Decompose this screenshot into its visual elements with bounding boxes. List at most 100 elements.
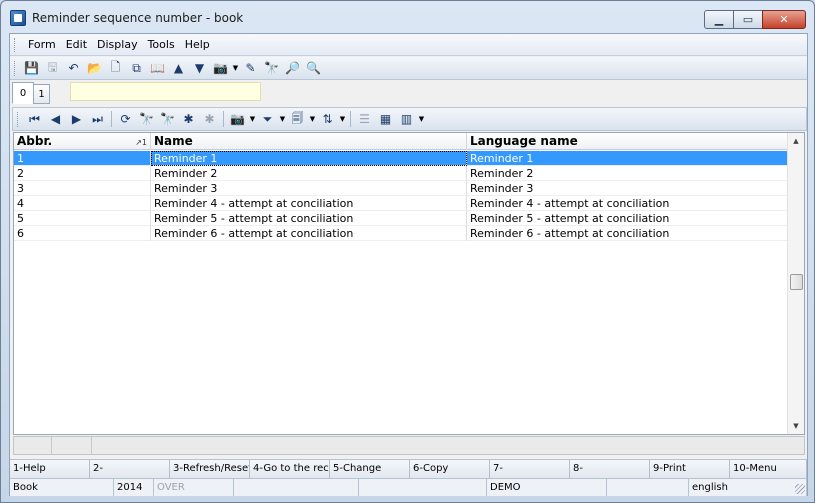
cell-language-name[interactable]: Reminder 3 — [467, 181, 788, 196]
menu-tools[interactable]: Tools — [143, 38, 180, 51]
menu-display[interactable]: Display — [92, 38, 143, 51]
camera-icon[interactable]: 📷 — [210, 59, 231, 77]
maximize-button[interactable]: ▭ — [733, 10, 763, 29]
excel-icon[interactable]: ▦ — [375, 110, 396, 128]
cell-name[interactable]: Reminder 2 — [151, 166, 467, 181]
dropdown-arrow-icon[interactable]: ▼ — [278, 110, 287, 128]
status-field: Book — [10, 479, 114, 496]
minimize-button[interactable]: ▁ — [704, 10, 734, 29]
cell-abbr[interactable]: 1 — [14, 151, 151, 166]
data-grid[interactable]: Abbr. ↗1 Name Language name 1 Reminder 1R… — [13, 132, 805, 435]
cell-language-name[interactable]: Reminder 6 - attempt at conciliation — [467, 226, 788, 241]
menu-grip[interactable] — [14, 37, 17, 52]
function-key-2[interactable]: 2- — [90, 460, 170, 478]
function-key-1[interactable]: 1-Help — [10, 460, 90, 478]
add-star-icon[interactable]: ✱ — [178, 110, 199, 128]
dropdown-arrow-icon[interactable]: ▼ — [338, 110, 347, 128]
table-row[interactable]: 5 Reminder 5 - attempt at conciliation Rem… — [14, 211, 788, 226]
cell-language-name[interactable]: Reminder 2 — [467, 166, 788, 181]
binoculars-icon[interactable]: 🔭 — [136, 110, 157, 128]
title-bar[interactable]: Reminder sequence number - book ▁ ▭ ✕ — [1, 1, 814, 33]
cell-name[interactable]: Reminder 4 - attempt at conciliation — [151, 196, 467, 211]
find-previous-icon[interactable]: 🔍 — [303, 59, 324, 77]
sort-az-icon[interactable]: ⇅ — [317, 110, 338, 128]
first-record-icon[interactable]: ⏮ — [24, 110, 45, 128]
filter-marker-icon[interactable]: ✎ — [240, 59, 261, 77]
table-row[interactable]: 1 Reminder 1 Reminder 1 — [14, 151, 788, 166]
cell-abbr[interactable]: 3 — [14, 181, 151, 196]
last-record-icon[interactable]: ⏭ — [87, 110, 108, 128]
menu-form[interactable]: Form — [23, 38, 61, 51]
new-document-icon[interactable]: 🗋 — [105, 59, 126, 77]
export-icon[interactable]: 🗐 — [287, 110, 308, 128]
previous-record-icon[interactable]: ◀ — [45, 110, 66, 128]
cell-name[interactable]: Reminder 3 — [151, 181, 467, 196]
function-key-4[interactable]: 4-Go to the record — [250, 460, 330, 478]
cell-name[interactable]: Reminder 5 - attempt at conciliation — [151, 211, 467, 226]
window-controls: ▁ ▭ ✕ — [704, 10, 806, 29]
table-row[interactable]: 6 Reminder 6 - attempt at conciliation Rem… — [14, 226, 788, 241]
toolbar-grip[interactable] — [14, 60, 17, 76]
function-key-9[interactable]: 9-Print — [650, 460, 730, 478]
cell-language-name[interactable]: Reminder 1 — [467, 151, 788, 166]
cell-name[interactable]: Reminder 6 - attempt at conciliation — [151, 226, 467, 241]
cell-abbr[interactable]: 4 — [14, 196, 151, 211]
cell-abbr[interactable]: 5 — [14, 211, 151, 226]
arrow-down-icon[interactable]: ▼ — [189, 59, 210, 77]
columns-icon[interactable]: ▥ — [396, 110, 417, 128]
add-disabled-icon: ✱ — [204, 112, 215, 126]
close-button[interactable]: ✕ — [762, 10, 806, 29]
scroll-up-icon[interactable]: ▲ — [788, 133, 804, 149]
function-key-8[interactable]: 8- — [570, 460, 650, 478]
refresh-icon[interactable]: ⟳ — [115, 110, 136, 128]
next-record-icon[interactable]: ▶ — [66, 110, 87, 128]
function-key-3[interactable]: 3-Refresh/Reset — [170, 460, 250, 478]
cell-language-name[interactable]: Reminder 5 - attempt at conciliation — [467, 211, 788, 226]
window-title: Reminder sequence number - book — [32, 11, 244, 25]
cell-name[interactable]: Reminder 1 — [151, 151, 467, 166]
table-row[interactable]: 2 Reminder 2 Reminder 2 — [14, 166, 788, 181]
open-folder-icon[interactable]: 📂 — [84, 59, 105, 77]
dropdown-arrow-icon[interactable]: ▼ — [248, 110, 257, 128]
undo-icon[interactable]: ↶ — [63, 59, 84, 77]
dropdown-arrow-icon[interactable]: ▼ — [308, 110, 317, 128]
binoculars-icon[interactable]: 🔭 — [261, 59, 282, 77]
save-as-icon: 🖫 — [47, 59, 58, 74]
column-header-language-name[interactable]: Language name — [467, 133, 788, 150]
column-header-abbr[interactable]: Abbr. ↗1 — [14, 133, 151, 150]
menu-help[interactable]: Help — [180, 38, 215, 51]
scroll-thumb[interactable] — [790, 274, 803, 290]
cell-abbr[interactable]: 6 — [14, 226, 151, 241]
camera-icon[interactable]: 📷 — [227, 110, 248, 128]
copy-icon[interactable]: ⧉ — [126, 59, 147, 77]
toolbar-separator — [111, 111, 112, 127]
tab-0[interactable]: 0 — [12, 82, 34, 104]
filter-icon[interactable]: ⏷ — [257, 110, 278, 128]
function-key-6[interactable]: 6-Copy — [410, 460, 490, 478]
list-disabled-icon: ☰ — [359, 112, 370, 126]
tab-row: 0 1 — [10, 81, 807, 106]
cell-abbr[interactable]: 2 — [14, 166, 151, 181]
arrow-up-icon[interactable]: ▲ — [168, 59, 189, 77]
vertical-scrollbar[interactable]: ▲ ▼ — [787, 133, 804, 434]
book-icon[interactable]: 📖 — [147, 59, 168, 77]
tab-1[interactable]: 1 — [33, 84, 50, 104]
column-header-abbr-label: Abbr. — [17, 134, 53, 148]
status-field — [607, 479, 689, 496]
menu-bar: Form Edit Display Tools Help — [10, 34, 807, 56]
resize-grip-icon[interactable] — [795, 484, 805, 494]
scroll-down-icon[interactable]: ▼ — [788, 418, 804, 434]
dropdown-arrow-icon[interactable]: ▼ — [417, 110, 426, 128]
cell-language-name[interactable]: Reminder 4 - attempt at conciliation — [467, 196, 788, 211]
table-row[interactable]: 3 Reminder 3 Reminder 3 — [14, 181, 788, 196]
grid-header: Abbr. ↗1 Name Language name — [14, 133, 788, 150]
grid-toolbar-grip[interactable] — [17, 111, 20, 127]
function-key-5[interactable]: 5-Change — [330, 460, 410, 478]
dropdown-icon[interactable]: ▼ — [231, 59, 240, 77]
function-key-10[interactable]: 10-Menu — [730, 460, 807, 478]
function-key-7[interactable]: 7- — [490, 460, 570, 478]
menu-edit[interactable]: Edit — [61, 38, 92, 51]
table-row[interactable]: 4 Reminder 4 - attempt at conciliation Rem… — [14, 196, 788, 211]
column-header-name[interactable]: Name — [151, 133, 467, 150]
find-next-icon[interactable]: 🔎 — [282, 59, 303, 77]
